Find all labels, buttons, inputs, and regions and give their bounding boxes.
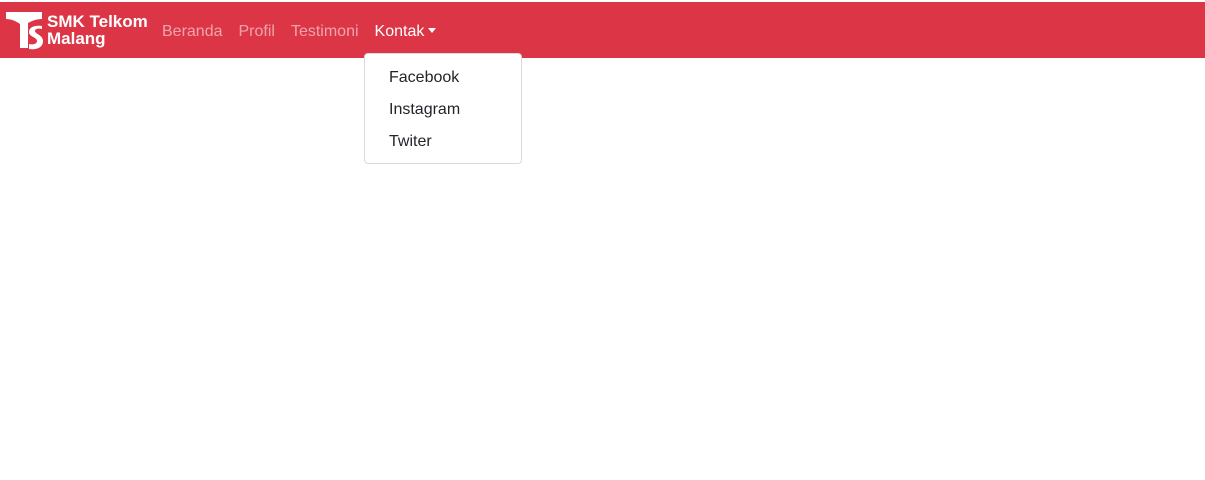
- nav-link-profil[interactable]: Profil: [231, 4, 283, 60]
- nav-link-kontak-dropdown-toggle[interactable]: Kontak: [367, 4, 445, 60]
- nav-item-beranda: Beranda: [154, 4, 231, 60]
- dropdown-item-instagram[interactable]: Instagram: [365, 94, 521, 126]
- nav-link-kontak-label: Kontak: [374, 23, 425, 40]
- brand-line-1: SMK Telkom: [47, 12, 148, 31]
- nav-item-kontak: Kontak: [367, 4, 445, 60]
- kontak-dropdown-menu: Facebook Instagram Twiter: [364, 53, 522, 164]
- nav-item-testimoni: Testimoni: [283, 4, 367, 60]
- nav-link-testimoni[interactable]: Testimoni: [283, 4, 367, 60]
- navbar: SMK Telkom Malang Beranda Profil Testimo…: [0, 2, 1205, 58]
- brand-line-2: Malang: [47, 29, 106, 48]
- nav-link-beranda[interactable]: Beranda: [154, 4, 231, 60]
- main-nav: Beranda Profil Testimoni Kontak: [154, 4, 444, 60]
- caret-down-icon: [428, 28, 437, 33]
- brand-link[interactable]: SMK Telkom Malang: [4, 10, 148, 50]
- nav-item-profil: Profil: [231, 4, 283, 60]
- dropdown-item-facebook[interactable]: Facebook: [365, 62, 521, 94]
- brand-name: SMK Telkom Malang: [47, 13, 148, 47]
- dropdown-item-twiter[interactable]: Twiter: [365, 126, 521, 158]
- telkom-ts-logo-icon: [6, 12, 43, 50]
